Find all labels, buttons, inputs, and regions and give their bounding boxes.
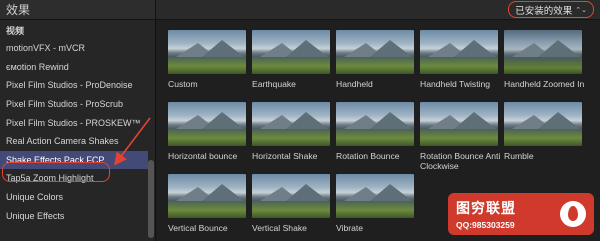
watermark-text: 图穷联盟 QQ:985303259 xyxy=(456,198,516,230)
effect-thumbnail xyxy=(504,30,582,74)
effect-label: Custom xyxy=(168,79,198,89)
effect-tile[interactable]: Horizontal bounce xyxy=(168,102,250,168)
watermark-badge: 图穷联盟 QQ:985303259 xyxy=(448,193,594,235)
effect-label: Vertical Shake xyxy=(252,223,307,233)
category-item[interactable]: Tap5a Zoom Highlight xyxy=(0,169,148,188)
category-list: 视频 motionVFX - mVCR ємotion Rewind Pixel… xyxy=(0,21,148,225)
sidebar-scrollbar[interactable] xyxy=(148,160,154,238)
effect-label: Rotation Bounce Anti Clockwise xyxy=(420,151,501,171)
category-item[interactable]: Pixel Film Studios - PROSKEW™ xyxy=(0,113,148,132)
effect-label: Handheld Zoomed In xyxy=(504,79,585,89)
category-header-video: 视频 xyxy=(6,25,25,36)
effect-tile[interactable]: Vibrate xyxy=(336,174,418,240)
category-item-selected[interactable]: Shake Effects Pack FCP xyxy=(0,150,148,170)
effects-title: 效果 xyxy=(6,3,31,17)
effect-label: Rotation Bounce xyxy=(336,151,400,161)
effects-header: 效果 xyxy=(0,0,155,20)
effect-label: Earthquake xyxy=(252,79,296,89)
flame-icon xyxy=(560,201,586,227)
effect-thumbnail xyxy=(252,174,330,218)
effect-tile[interactable]: Handheld xyxy=(336,30,418,96)
effect-label: Horizontal Shake xyxy=(252,151,318,161)
watermark-qq: QQ:985303259 xyxy=(456,220,515,230)
effect-tile[interactable]: Handheld Zoomed In xyxy=(504,30,586,96)
effect-label: Vibrate xyxy=(336,223,364,233)
category-item[interactable]: Pixel Film Studios - ProScrub xyxy=(0,95,148,114)
effect-thumbnail xyxy=(252,102,330,146)
effect-label: Handheld Twisting xyxy=(420,79,491,89)
effect-label: Handheld xyxy=(336,79,373,89)
category-item[interactable]: Pixel Film Studios - ProDenoise xyxy=(0,76,148,95)
effect-thumbnail xyxy=(168,102,246,146)
effect-thumbnail xyxy=(168,174,246,218)
category-item[interactable]: Unique Effects xyxy=(0,206,148,225)
effect-tile[interactable]: Handheld Twisting xyxy=(420,30,502,96)
effect-thumbnail xyxy=(420,30,498,74)
effect-thumbnail xyxy=(336,174,414,218)
effect-tile[interactable]: Vertical Shake xyxy=(252,174,334,240)
chevron-updown-icon: ⌃⌄ xyxy=(575,6,587,14)
installed-effects-dropdown[interactable]: 已安装的效果 ⌃⌄ xyxy=(508,1,594,18)
effect-tile[interactable]: Rumble xyxy=(504,102,586,168)
category-item[interactable]: Real Action Camera Shakes xyxy=(0,132,148,151)
effect-thumbnail xyxy=(336,102,414,146)
effect-label: Rumble xyxy=(504,151,534,161)
effects-sidebar: 效果 视频 motionVFX - mVCR ємotion Rewind Pi… xyxy=(0,0,156,241)
effect-tile[interactable]: Custom xyxy=(168,30,250,96)
installed-effects-label: 已安装的效果 xyxy=(515,5,573,17)
category-item[interactable]: Unique Colors xyxy=(0,188,148,207)
effect-thumbnail xyxy=(420,102,498,146)
effect-tile[interactable]: Earthquake xyxy=(252,30,334,96)
effect-tile[interactable]: Rotation Bounce xyxy=(336,102,418,168)
effect-tile[interactable]: Horizontal Shake xyxy=(252,102,334,168)
effect-tile[interactable]: Rotation Bounce Anti Clockwise xyxy=(420,102,502,171)
effect-label: Vertical Bounce xyxy=(168,223,228,233)
effect-tile[interactable]: Vertical Bounce xyxy=(168,174,250,240)
effect-label: Horizontal bounce xyxy=(168,151,238,161)
effect-thumbnail xyxy=(252,30,330,74)
browser-header: 已安装的效果 ⌃⌄ xyxy=(156,0,600,20)
effect-thumbnail xyxy=(504,102,582,146)
effect-thumbnail xyxy=(336,30,414,74)
watermark-title: 图穷联盟 xyxy=(456,200,516,216)
effect-thumbnail xyxy=(168,30,246,74)
category-item[interactable]: motionVFX - mVCR xyxy=(0,39,148,58)
category-item[interactable]: ємotion Rewind xyxy=(0,58,148,77)
